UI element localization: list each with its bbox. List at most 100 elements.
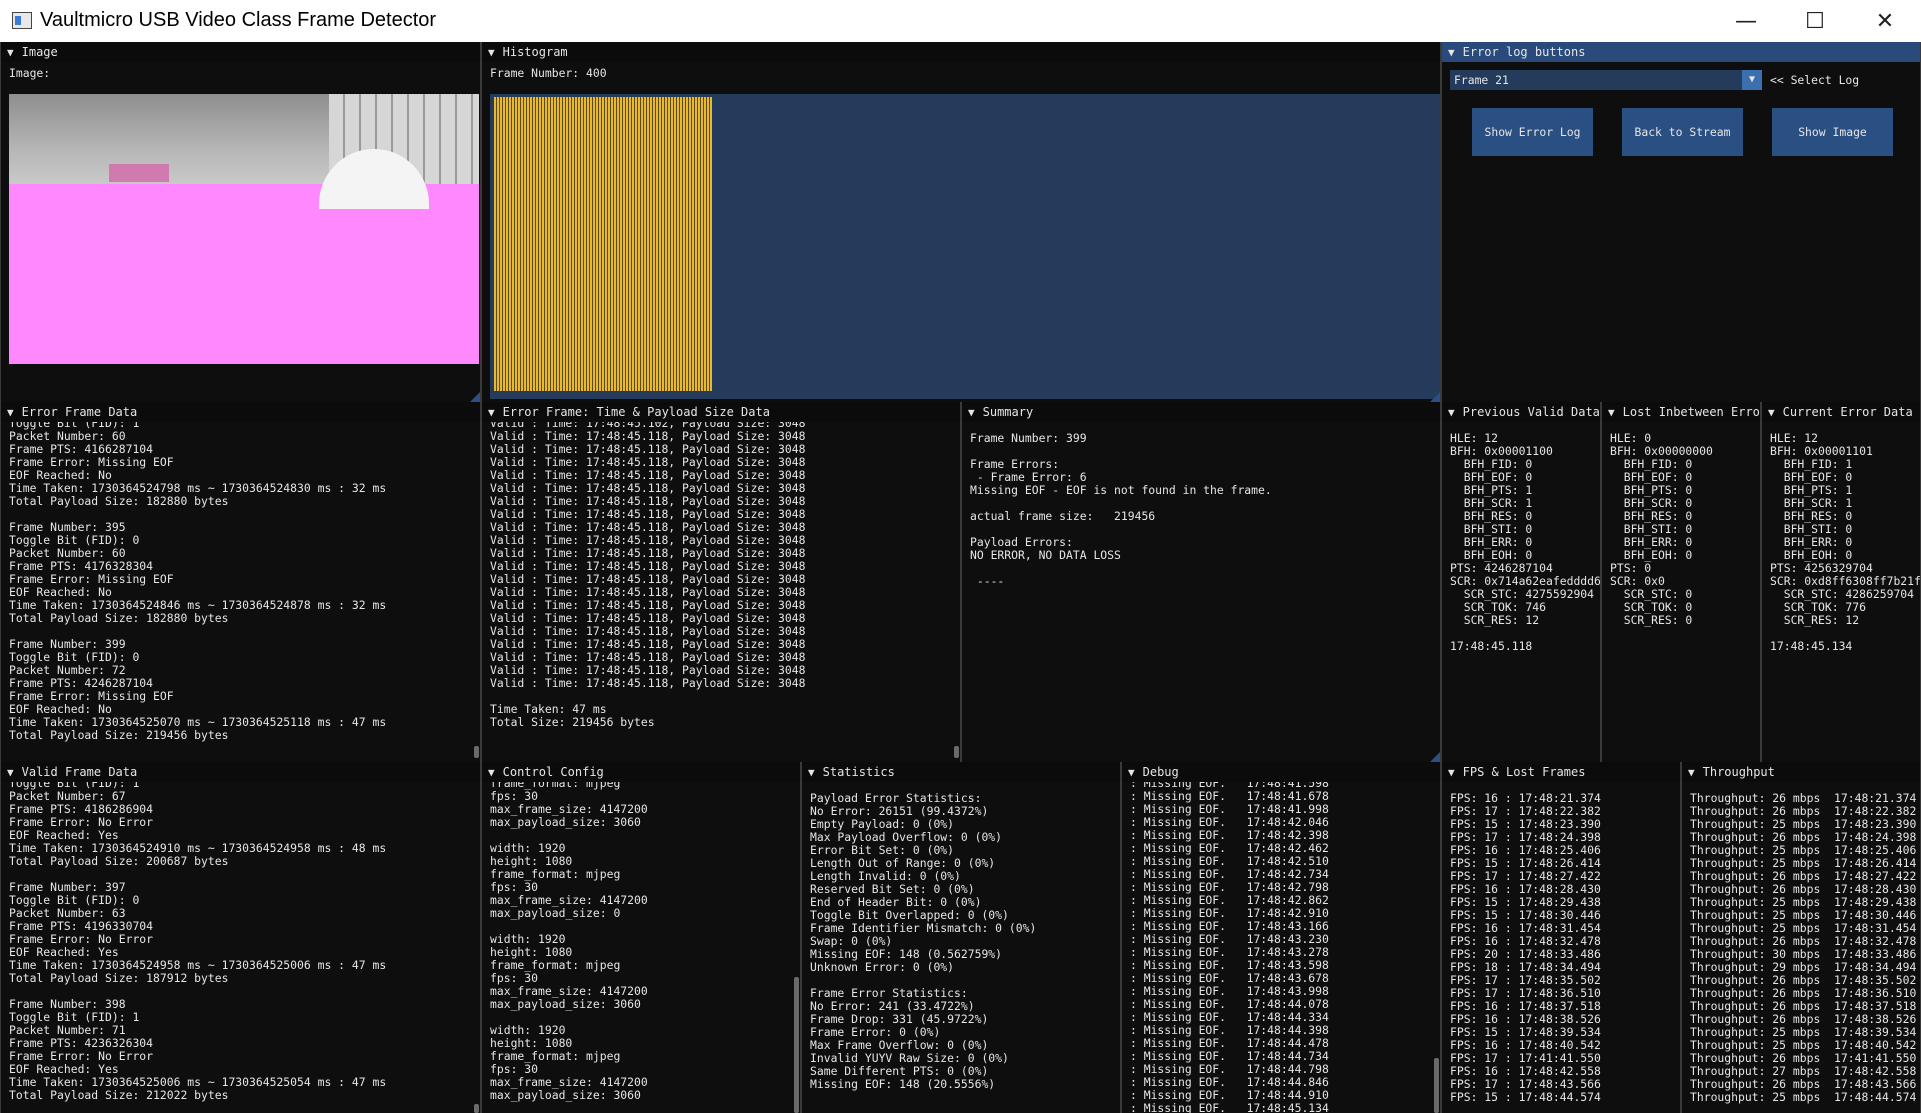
back-to-stream-button[interactable]: Back to Stream bbox=[1622, 108, 1743, 156]
log-select-dropdown[interactable]: Frame 21 ▼ bbox=[1450, 70, 1762, 90]
error-time-payload-panel: ▼ Error Frame: Time & Payload Size Data V… bbox=[481, 402, 961, 762]
panel-title: Image bbox=[21, 45, 58, 59]
error-log-buttons-panel: ▼ Error log buttons Frame 21 ▼ << Select … bbox=[1441, 42, 1921, 402]
panel-header[interactable]: ▼ Statistics bbox=[802, 762, 1120, 782]
camera-preview-image bbox=[9, 94, 479, 364]
panel-header[interactable]: ▼ Valid Frame Data bbox=[1, 762, 480, 782]
debug-log-text: : Missing EOF. 17:48:41.598 : Missing EO… bbox=[1130, 782, 1329, 1113]
control-config-panel: ▼ Control Config frame_format: mjpeg fps:… bbox=[481, 762, 801, 1113]
collapse-arrow-icon[interactable]: ▼ bbox=[1448, 766, 1455, 779]
panel-header[interactable]: ▼ Debug bbox=[1122, 762, 1440, 782]
statistics-panel: ▼ Statistics Payload Error Statistics: No… bbox=[801, 762, 1121, 1113]
previous-valid-data-panel: ▼ Previous Valid Data HLE: 12 BFH: 0x0000… bbox=[1441, 402, 1601, 762]
histogram-panel: ▼ Histogram Frame Number: 400 bbox=[481, 42, 1441, 402]
panel-title: Summary bbox=[982, 405, 1034, 419]
panel-title: Throughput bbox=[1702, 765, 1775, 779]
panel-header[interactable]: ▼ Control Config bbox=[482, 762, 800, 782]
collapse-arrow-icon[interactable]: ▼ bbox=[968, 406, 975, 419]
panel-title: Statistics bbox=[822, 765, 895, 779]
panel-header[interactable]: ▼ Current Error Data bbox=[1762, 402, 1920, 422]
collapse-arrow-icon[interactable]: ▼ bbox=[7, 46, 14, 59]
show-image-button[interactable]: Show Image bbox=[1772, 108, 1893, 156]
scrollbar[interactable] bbox=[794, 977, 799, 1113]
image-label: Image: bbox=[9, 66, 51, 80]
collapse-arrow-icon[interactable]: ▼ bbox=[7, 766, 14, 779]
pink-object bbox=[109, 164, 169, 182]
frame-number-label: Frame Number: 400 bbox=[490, 66, 607, 80]
window-title: Vaultmicro USB Video Class Frame Detecto… bbox=[40, 9, 437, 31]
camera-photo bbox=[9, 94, 479, 209]
error-frame-data-panel: ▼ Error Frame Data Toggle Bit (FID): 1 Pa… bbox=[0, 402, 481, 762]
dropdown-arrow-icon[interactable]: ▼ bbox=[1742, 70, 1762, 90]
scrollbar[interactable] bbox=[474, 746, 479, 758]
panel-title: Previous Valid Data bbox=[1462, 405, 1600, 419]
panel-header[interactable]: ▼ Lost Inbetween Erro bbox=[1602, 402, 1760, 422]
scrollbar[interactable] bbox=[1434, 1058, 1439, 1113]
collapse-arrow-icon[interactable]: ▼ bbox=[808, 766, 815, 779]
throughput-panel: ▼ Throughput Throughput: 26 mbps 17:48:21… bbox=[1681, 762, 1921, 1113]
collapse-arrow-icon[interactable]: ▼ bbox=[1448, 46, 1455, 59]
panel-header[interactable]: ▼ Error log buttons bbox=[1442, 42, 1920, 62]
current-error-data-panel: ▼ Current Error Data HLE: 12 BFH: 0x00001… bbox=[1761, 402, 1921, 762]
app-icon bbox=[12, 12, 32, 29]
collapse-arrow-icon[interactable]: ▼ bbox=[1608, 406, 1615, 419]
show-error-log-button[interactable]: Show Error Log bbox=[1472, 108, 1593, 156]
panel-header[interactable]: ▼ Error Frame: Time & Payload Size Data bbox=[482, 402, 960, 422]
histogram-plot bbox=[490, 94, 1440, 399]
panel-title: Error log buttons bbox=[1462, 45, 1586, 59]
resize-grip[interactable] bbox=[470, 392, 480, 402]
debug-panel: ▼ Debug : Missing EOF. 17:48:41.598 : Mis… bbox=[1121, 762, 1441, 1113]
panel-header[interactable]: ▼ Throughput bbox=[1682, 762, 1920, 782]
collapse-arrow-icon[interactable]: ▼ bbox=[7, 406, 14, 419]
panel-title: Histogram bbox=[502, 45, 568, 59]
error-frame-text: Toggle Bit (FID): 1 Packet Number: 60 Fr… bbox=[9, 422, 387, 742]
maximize-button[interactable]: ☐ bbox=[1782, 0, 1848, 42]
panel-title: Error Frame Data bbox=[21, 405, 138, 419]
valid-frame-text: Toggle Bit (FID): 1 Packet Number: 67 Fr… bbox=[9, 782, 387, 1102]
panel-header[interactable]: ▼ Image bbox=[1, 42, 480, 62]
histogram-bars bbox=[494, 97, 712, 391]
resize-grip[interactable] bbox=[1430, 392, 1440, 402]
valid-frame-data-panel: ▼ Valid Frame Data Toggle Bit (FID): 1 Pa… bbox=[0, 762, 481, 1113]
title-bar: Vaultmicro USB Video Class Frame Detecto… bbox=[0, 0, 1921, 42]
scrollbar[interactable] bbox=[474, 1104, 479, 1113]
image-panel: ▼ Image Image: bbox=[0, 42, 481, 402]
previous-valid-text: HLE: 12 BFH: 0x00001100 BFH_FID: 0 BFH_E… bbox=[1450, 431, 1600, 653]
panel-header[interactable]: ▼ Histogram bbox=[482, 42, 1440, 62]
resize-grip[interactable] bbox=[1430, 752, 1440, 762]
panel-title: Control Config bbox=[502, 765, 604, 779]
panel-title: Valid Frame Data bbox=[21, 765, 138, 779]
statistics-text: Payload Error Statistics: No Error: 2615… bbox=[810, 791, 1037, 1091]
panel-header[interactable]: ▼ FPS & Lost Frames bbox=[1442, 762, 1680, 782]
collapse-arrow-icon[interactable]: ▼ bbox=[1448, 406, 1455, 419]
lost-inbetween-text: HLE: 0 BFH: 0x00000000 BFH_FID: 0 BFH_EO… bbox=[1610, 431, 1713, 627]
minimize-button[interactable]: — bbox=[1713, 0, 1779, 42]
panel-title: Debug bbox=[1142, 765, 1179, 779]
collapse-arrow-icon[interactable]: ▼ bbox=[488, 406, 495, 419]
collapse-arrow-icon[interactable]: ▼ bbox=[1688, 766, 1695, 779]
collapse-arrow-icon[interactable]: ▼ bbox=[1768, 406, 1775, 419]
close-button[interactable]: ✕ bbox=[1852, 0, 1918, 42]
select-log-label: << Select Log bbox=[1770, 73, 1860, 87]
collapse-arrow-icon[interactable]: ▼ bbox=[488, 46, 495, 59]
collapse-arrow-icon[interactable]: ▼ bbox=[488, 766, 495, 779]
payload-size-text: Valid : Time: 17:48:45.102, Payload Size… bbox=[490, 422, 806, 729]
log-select-value: Frame 21 bbox=[1454, 73, 1509, 87]
collapse-arrow-icon[interactable]: ▼ bbox=[1128, 766, 1135, 779]
panel-title: Lost Inbetween Erro bbox=[1622, 405, 1760, 419]
summary-text: Frame Number: 399 Frame Errors: - Frame … bbox=[970, 431, 1272, 588]
lost-inbetween-panel: ▼ Lost Inbetween Erro HLE: 0 BFH: 0x00000… bbox=[1601, 402, 1761, 762]
throughput-log-text: Throughput: 26 mbps 17:48:21.374 Through… bbox=[1690, 791, 1917, 1104]
panel-title: FPS & Lost Frames bbox=[1462, 765, 1586, 779]
fps-lost-frames-panel: ▼ FPS & Lost Frames FPS: 16 : 17:48:21.37… bbox=[1441, 762, 1681, 1113]
panel-title: Error Frame: Time & Payload Size Data bbox=[502, 405, 770, 419]
panel-header[interactable]: ▼ Summary bbox=[962, 402, 1440, 422]
summary-panel: ▼ Summary Frame Number: 399 Frame Errors:… bbox=[961, 402, 1441, 762]
panel-header[interactable]: ▼ Error Frame Data bbox=[1, 402, 480, 422]
panel-title: Current Error Data bbox=[1782, 405, 1913, 419]
current-error-text: HLE: 12 BFH: 0x00001101 BFH_FID: 1 BFH_E… bbox=[1770, 431, 1920, 653]
fps-log-text: FPS: 16 : 17:48:21.374 FPS: 17 : 17:48:2… bbox=[1450, 791, 1601, 1104]
panel-header[interactable]: ▼ Previous Valid Data bbox=[1442, 402, 1600, 422]
scrollbar[interactable] bbox=[954, 746, 959, 758]
control-config-text: frame_format: mjpeg fps: 30 max_frame_si… bbox=[490, 782, 648, 1102]
